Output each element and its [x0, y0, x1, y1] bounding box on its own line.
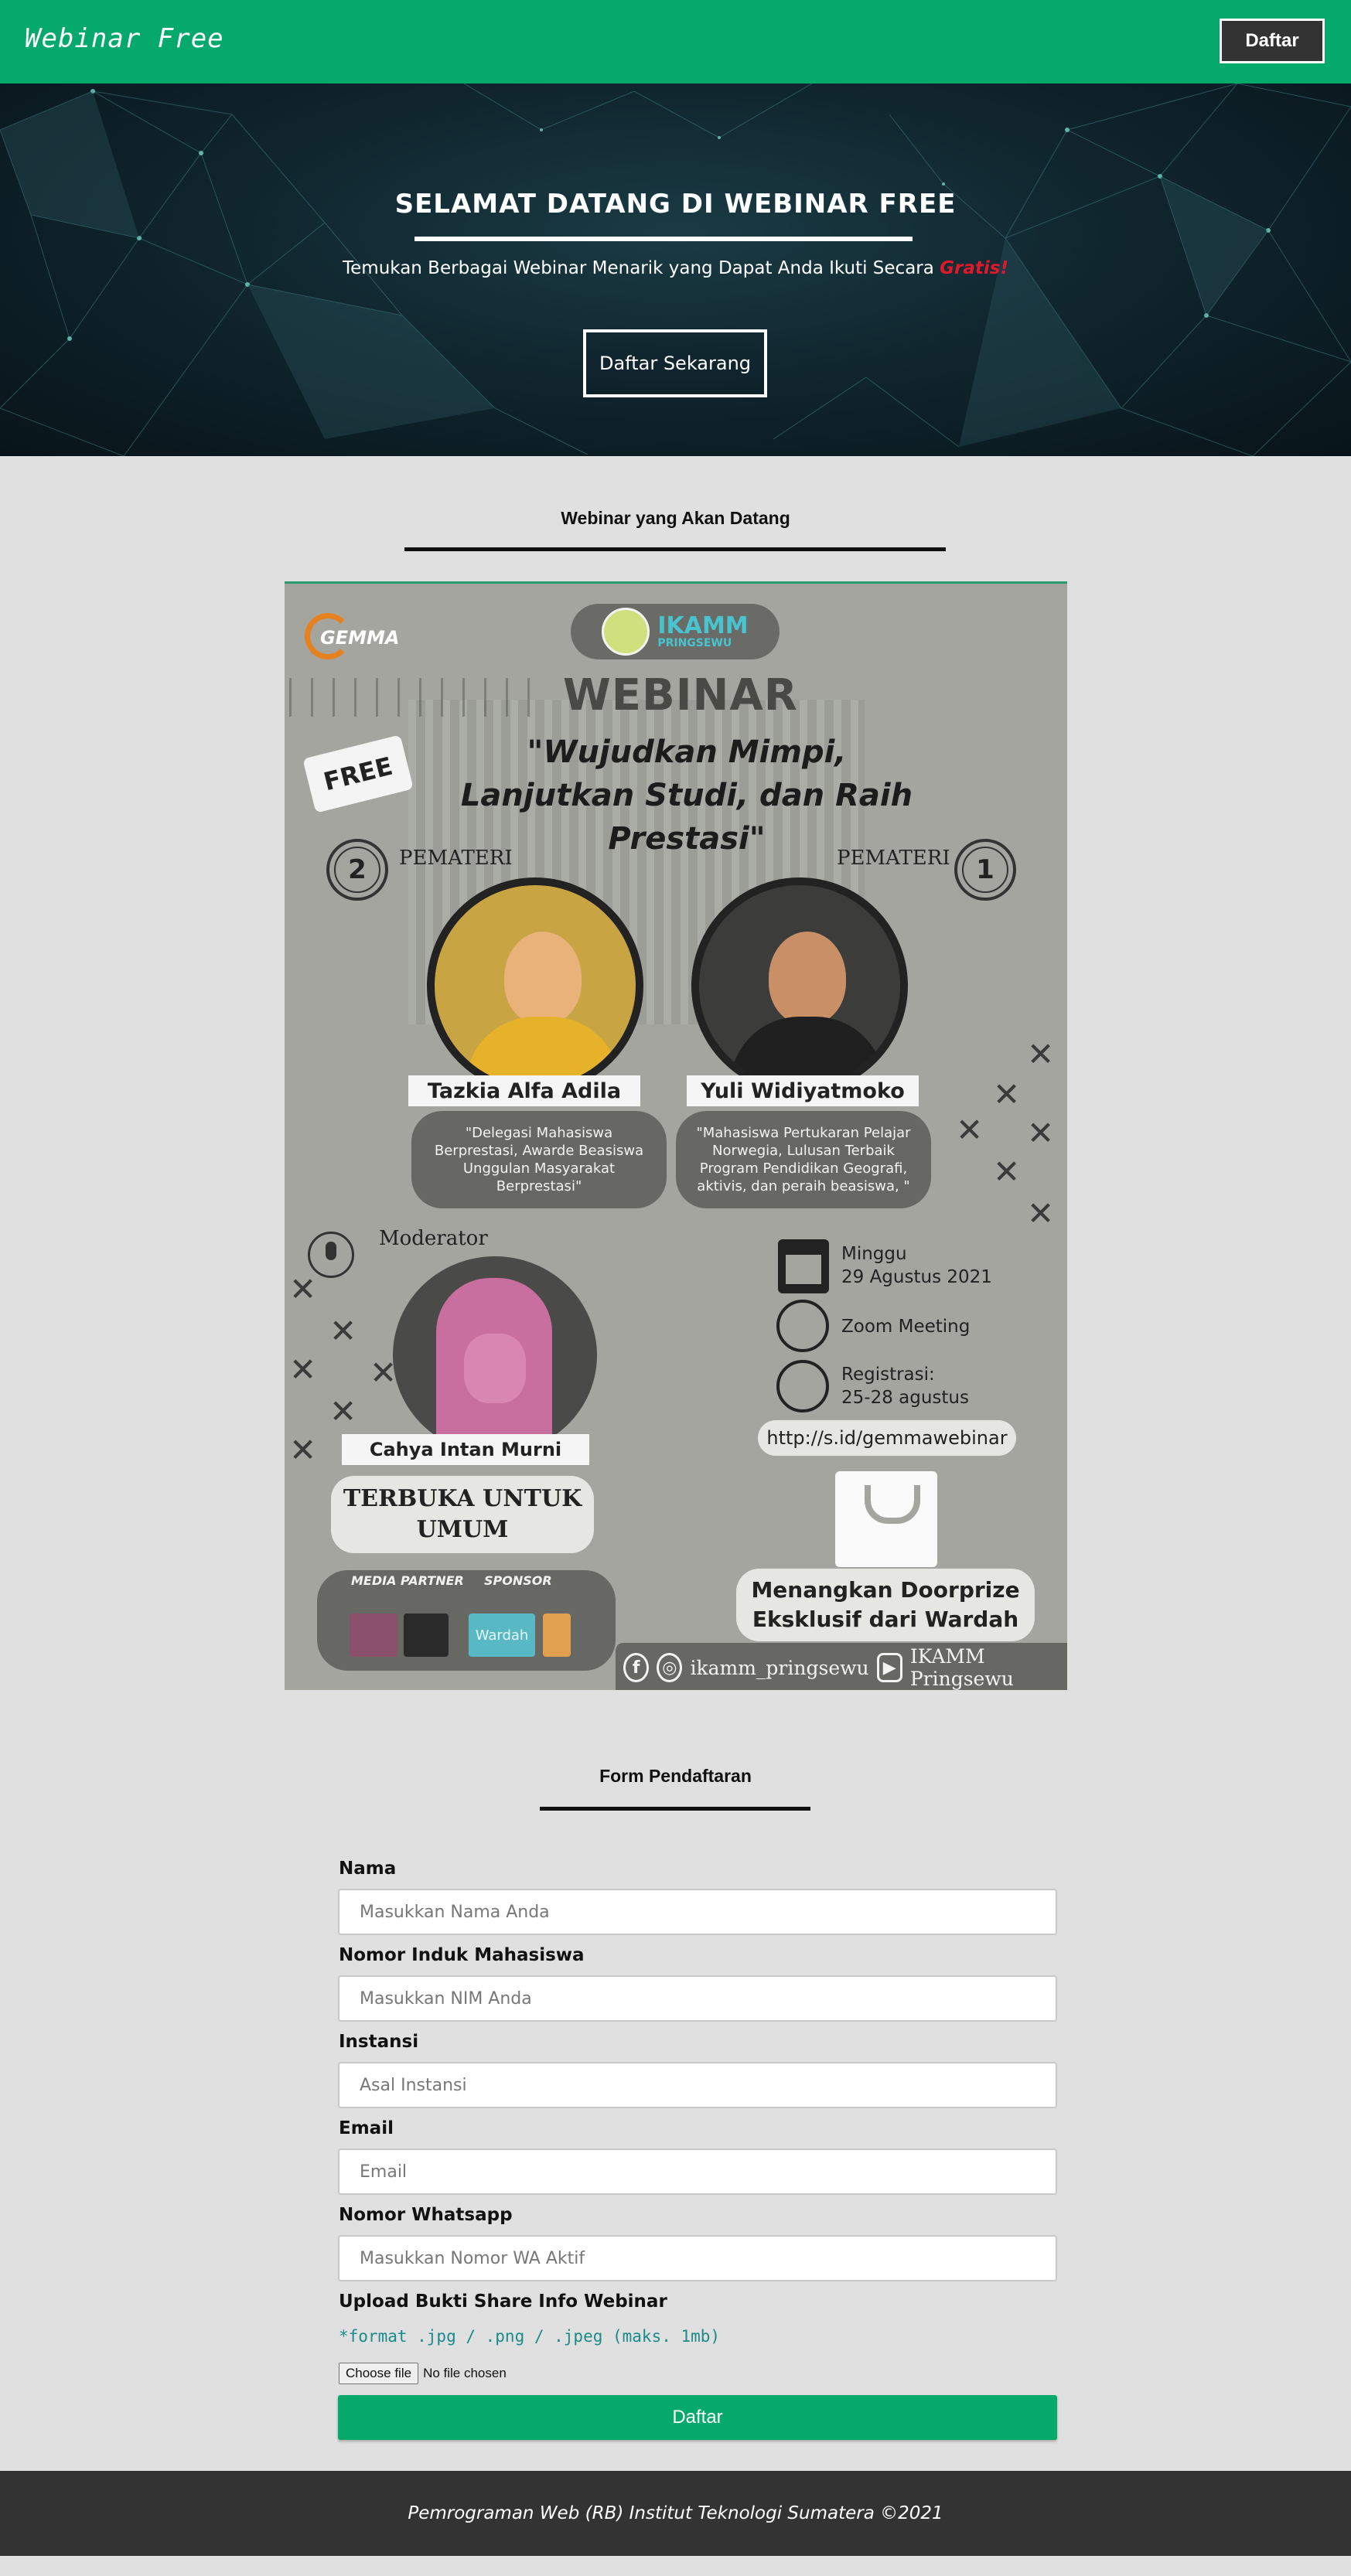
file-status: No file chosen — [423, 2366, 507, 2380]
choose-file-button[interactable]: Choose file — [339, 2363, 419, 2384]
speaker-photo — [691, 877, 908, 1094]
event-date: 29 Agustus 2021 — [841, 1267, 992, 1287]
footer-text: Pemrograman Web (RB) Institut Teknologi … — [408, 2503, 943, 2523]
upcoming-webinar-heading: Webinar yang Akan Datang — [561, 508, 790, 528]
youtube-channel: IKAMM Pringsewu — [909, 1645, 1014, 1690]
upcoming-divider — [404, 547, 946, 551]
institution-label: Instansi — [339, 2032, 419, 2052]
sponsor-label: SPONSOR — [484, 1573, 552, 1588]
submit-button[interactable]: Daftar — [338, 2395, 1057, 2440]
poster-theme: "Wujudkan Mimpi, Lanjutkan Studi, dan Ra… — [460, 734, 913, 857]
form-heading: Form Pendaftaran — [599, 1766, 752, 1786]
ikamm-badge: IKAMM PRINGSEWU — [571, 604, 780, 659]
nav-register-button[interactable]: Daftar — [1220, 19, 1325, 63]
brand-logo[interactable]: Webinar Free — [25, 23, 224, 54]
x-mark-icon: ✕ — [329, 1392, 357, 1430]
media-partner-logo — [404, 1613, 449, 1657]
doorprize-badge: Menangkan Doorprize Eksklusif dari Warda… — [736, 1569, 1035, 1641]
x-mark-icon: ✕ — [289, 1431, 317, 1469]
media-partner-logo — [350, 1613, 397, 1657]
moderator-label: Moderator — [379, 1227, 488, 1250]
navbar: Webinar Free Daftar — [0, 0, 1351, 83]
registration-dates: 25-28 agustus — [841, 1388, 969, 1408]
whatsapp-label: Nomor Whatsapp — [339, 2205, 513, 2225]
speaker-label: PEMATERI — [399, 847, 513, 870]
register-now-button[interactable]: Daftar Sekarang — [583, 329, 767, 397]
x-mark-icon: ✕ — [956, 1111, 984, 1149]
ikamm-badge-subtitle: PRINGSEWU — [657, 637, 732, 649]
speaker-label: PEMATERI — [837, 847, 950, 870]
chevron-pattern — [285, 678, 532, 717]
microphone-icon — [308, 1232, 354, 1278]
hero-section: SELAMAT DATANG DI WEBINAR FREE Temukan B… — [0, 83, 1351, 456]
social-bar: f ◎ ikamm_pringsewu ▶ IKAMM Pringsewu — [616, 1643, 1067, 1690]
speaker-description: "Delegasi Mahasiswa Berprestasi, Awarde … — [411, 1111, 667, 1208]
webinar-poster: GEMMA IKAMM PRINGSEWU WEBINAR FREE "Wuju… — [285, 581, 1067, 1690]
speaker-number-badge: 2 — [326, 839, 388, 901]
moderator-photo — [393, 1256, 597, 1454]
form-divider — [540, 1807, 810, 1811]
speaker-description: "Mahasiswa Pertukaran Pelajar Norwegia, … — [676, 1111, 931, 1208]
instagram-handle: ikamm_pringsewu — [690, 1656, 869, 1679]
name-input[interactable] — [338, 1889, 1057, 1935]
facebook-icon: f — [623, 1653, 650, 1682]
upload-format-hint: *format .jpg / .png / .jpeg (maks. 1mb) — [339, 2327, 721, 2346]
event-day: Minggu — [841, 1244, 907, 1264]
whatsapp-input[interactable] — [338, 2235, 1057, 2281]
partner-sponsor-box: MEDIA PARTNER SPONSOR Wardah — [317, 1570, 616, 1671]
x-mark-icon: ✕ — [993, 1153, 1021, 1191]
event-platform: Zoom Meeting — [841, 1317, 971, 1337]
x-mark-icon: ✕ — [1027, 1194, 1055, 1232]
instagram-icon: ◎ — [657, 1653, 683, 1682]
x-mark-icon: ✕ — [1027, 1114, 1055, 1152]
upload-label: Upload Bukti Share Info Webinar — [339, 2291, 667, 2312]
gemma-logo: GEMMA — [305, 613, 399, 667]
speaker-name: Yuli Widiyatmoko — [687, 1075, 919, 1106]
x-mark-icon: ✕ — [329, 1312, 357, 1350]
hero-subtitle-text: Temukan Berbagai Webinar Menarik yang Da… — [343, 258, 934, 278]
hero-subtitle: Temukan Berbagai Webinar Menarik yang Da… — [0, 258, 1351, 278]
nim-input[interactable] — [338, 1975, 1057, 2022]
nim-label: Nomor Induk Mahasiswa — [339, 1945, 585, 1965]
youtube-icon: ▶ — [876, 1653, 902, 1682]
ikamm-badge-title: IKAMM — [657, 612, 749, 639]
speaker-photo — [427, 877, 643, 1094]
speaker-name: Tazkia Alfa Adila — [408, 1075, 640, 1106]
x-mark-icon: ✕ — [289, 1351, 317, 1389]
free-tag: FREE — [302, 734, 414, 813]
hero-subtitle-emphasis: Gratis! — [940, 258, 1008, 278]
x-mark-icon: ✕ — [1027, 1035, 1055, 1073]
shopping-bag-icon — [835, 1471, 937, 1567]
registration-label: Registrasi: — [841, 1365, 935, 1385]
wardah-logo: Wardah — [469, 1613, 535, 1657]
video-camera-icon — [776, 1300, 829, 1352]
institution-input[interactable] — [338, 2062, 1057, 2108]
globe-icon — [776, 1360, 829, 1412]
name-label: Nama — [339, 1859, 397, 1879]
x-mark-icon: ✕ — [993, 1075, 1021, 1113]
gemma-logo-text: GEMMA — [320, 627, 400, 649]
hero-divider — [415, 237, 913, 241]
calendar-icon — [778, 1239, 829, 1293]
footer: Pemrograman Web (RB) Institut Teknologi … — [0, 2471, 1351, 2556]
email-input[interactable] — [338, 2148, 1057, 2195]
sponsor-logo — [543, 1613, 571, 1657]
open-to-public-badge: TERBUKA UNTUK UMUM — [331, 1476, 594, 1553]
file-upload: Choose file No file chosen — [339, 2363, 507, 2384]
email-label: Email — [339, 2118, 394, 2138]
speaker-number-badge: 1 — [954, 839, 1016, 901]
registration-link: http://s.id/gemmawebinar — [758, 1420, 1016, 1456]
moderator-name: Cahya Intan Murni — [342, 1434, 589, 1465]
ikamm-seal-icon — [602, 608, 650, 656]
x-mark-icon: ✕ — [289, 1270, 317, 1308]
media-partner-label: MEDIA PARTNER — [351, 1573, 464, 1588]
poster-label: WEBINAR — [563, 670, 798, 721]
hero-title: SELAMAT DATANG DI WEBINAR FREE — [394, 189, 957, 220]
